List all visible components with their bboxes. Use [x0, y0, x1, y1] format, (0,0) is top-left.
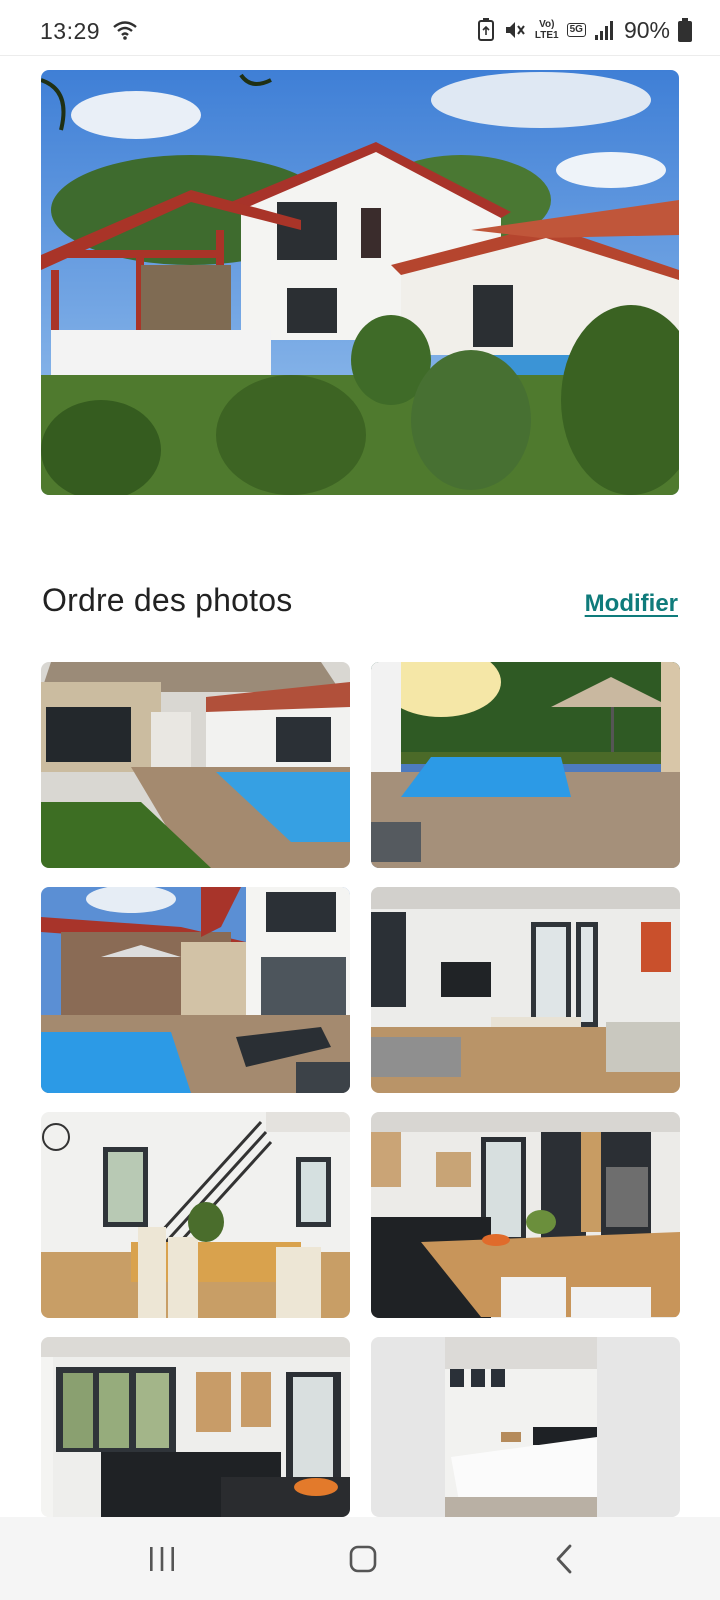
- bedroom-photo: [371, 1337, 680, 1517]
- living-room-photo: [371, 887, 680, 1093]
- photo-tile-pool-terrace[interactable]: [41, 662, 350, 868]
- photo-tile-dining-staircase[interactable]: [41, 1112, 350, 1318]
- status-indicators: Vo) LTE1 5G 90%: [477, 16, 692, 44]
- home-button[interactable]: [333, 1537, 393, 1581]
- dining-staircase-photo: [41, 1112, 350, 1318]
- back-icon: [556, 1544, 572, 1574]
- recent-apps-icon: [150, 1547, 174, 1571]
- photo-tile-pool-deck[interactable]: [371, 662, 680, 868]
- network-type-badge: 5G: [566, 23, 586, 37]
- system-navigation-bar: [0, 1517, 720, 1600]
- mute-icon: [503, 18, 527, 42]
- photo-tile-kitchen-island[interactable]: [371, 1112, 680, 1318]
- status-bar: 13:29 Vo) LTE1 5G 90%: [0, 0, 720, 56]
- volte-label: Vo): [539, 19, 555, 30]
- kitchen-island-photo: [371, 1112, 680, 1318]
- status-time: 13:29: [40, 18, 101, 44]
- network-label: Vo) LTE1: [535, 19, 559, 41]
- pool-house-photo: [41, 887, 350, 1093]
- home-icon: [349, 1545, 377, 1573]
- photo-tile-kitchen[interactable]: [41, 1337, 350, 1517]
- photo-order-title: Ordre des photos: [42, 582, 293, 618]
- lte-label: LTE1: [534, 30, 559, 41]
- battery-percent: 90%: [623, 16, 670, 43]
- recent-apps-button[interactable]: [132, 1537, 192, 1581]
- photo-tile-pool-house[interactable]: [41, 887, 350, 1093]
- signal-icon: [594, 19, 616, 41]
- back-button[interactable]: [535, 1537, 595, 1581]
- pool-deck-photo: [371, 662, 680, 868]
- modify-button[interactable]: Modifier: [585, 590, 678, 618]
- house-exterior-photo: [41, 70, 679, 495]
- pool-terrace-photo: [41, 662, 350, 868]
- data-saver-icon: [477, 18, 495, 42]
- cover-photo[interactable]: [41, 70, 679, 495]
- kitchen-photo: [41, 1337, 350, 1517]
- photo-tile-bedroom[interactable]: [371, 1337, 680, 1517]
- wifi-icon: [112, 18, 138, 42]
- battery-icon: [678, 18, 692, 42]
- photo-tile-living-room[interactable]: [371, 887, 680, 1093]
